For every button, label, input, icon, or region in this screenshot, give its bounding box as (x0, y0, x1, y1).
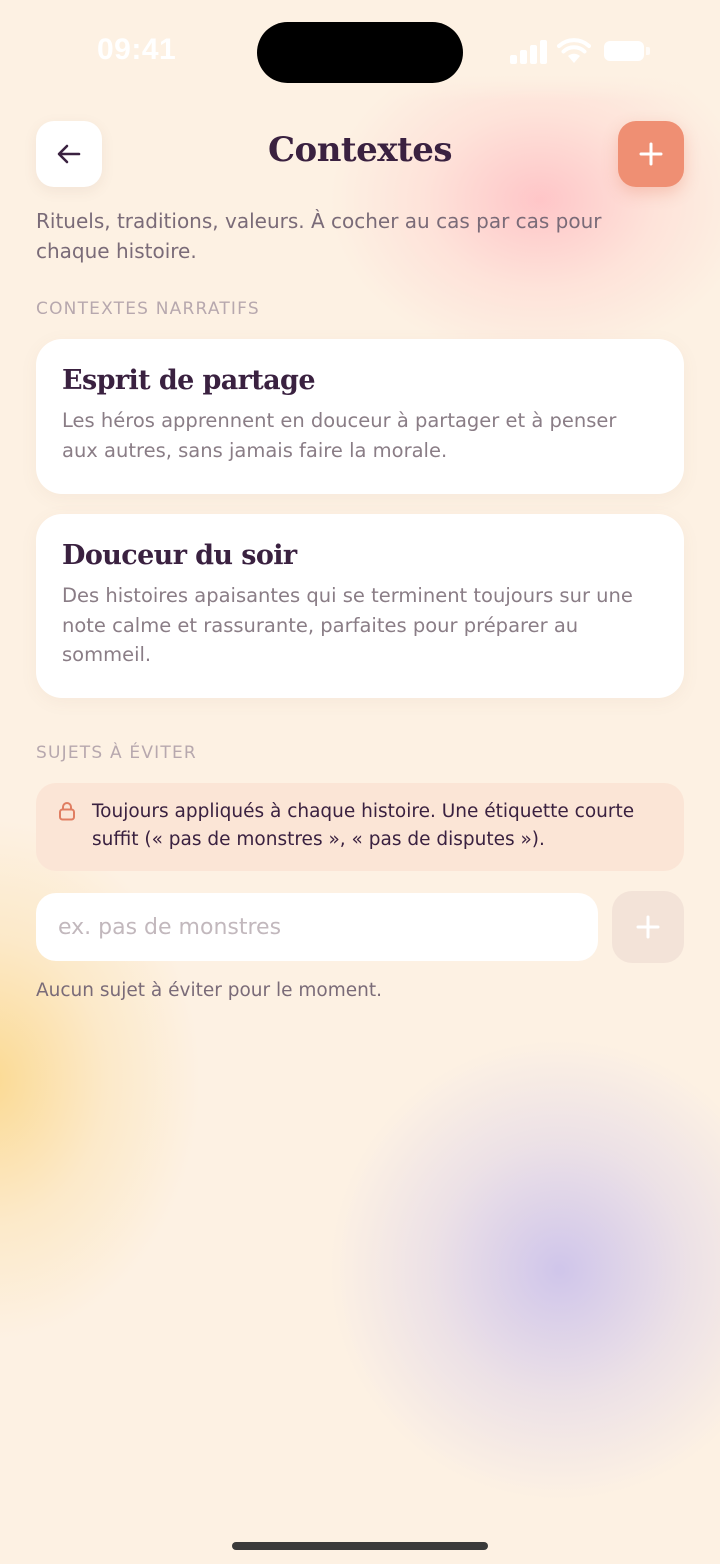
context-card[interactable]: Esprit de partage Les héros apprennent e… (36, 339, 684, 494)
wifi-icon (557, 38, 591, 63)
cellular-signal-icon (510, 40, 548, 64)
avoid-topics-notice: Toujours appliqués à chaque histoire. Un… (36, 783, 684, 871)
plus-icon (636, 915, 660, 939)
status-bar: 09:41 (0, 0, 720, 100)
context-card-description: Les héros apprennent en douceur à partag… (62, 409, 617, 462)
purple-glow (330, 1040, 720, 1500)
arrow-left-icon (57, 144, 81, 164)
page-subtitle: Rituels, traditions, valeurs. À cocher a… (36, 209, 602, 263)
home-indicator[interactable] (232, 1542, 488, 1550)
page-title: Contextes (267, 130, 453, 170)
add-context-button[interactable] (618, 121, 684, 187)
empty-state-text: Aucun sujet à éviter pour le moment. (36, 980, 382, 1001)
dynamic-island (257, 22, 463, 83)
context-card-title: Douceur du soir (62, 540, 297, 571)
context-card-title: Esprit de partage (62, 365, 316, 396)
context-card-description: Des histoires apaisantes qui se terminen… (62, 584, 633, 666)
section-label-avoid: SUJETS À ÉVITER (36, 743, 197, 763)
battery-icon (604, 41, 650, 61)
lock-icon (59, 802, 75, 821)
notice-text: Toujours appliqués à chaque histoire. Un… (92, 801, 635, 850)
add-avoid-topic-button[interactable] (612, 891, 684, 963)
status-time: 09:41 (97, 33, 177, 66)
avoid-topic-input[interactable] (36, 893, 598, 961)
context-card[interactable]: Douceur du soir Des histoires apaisantes… (36, 514, 684, 698)
section-label-narrative: CONTEXTES NARRATIFS (36, 299, 260, 319)
plus-icon (639, 142, 663, 166)
back-button[interactable] (36, 121, 102, 187)
